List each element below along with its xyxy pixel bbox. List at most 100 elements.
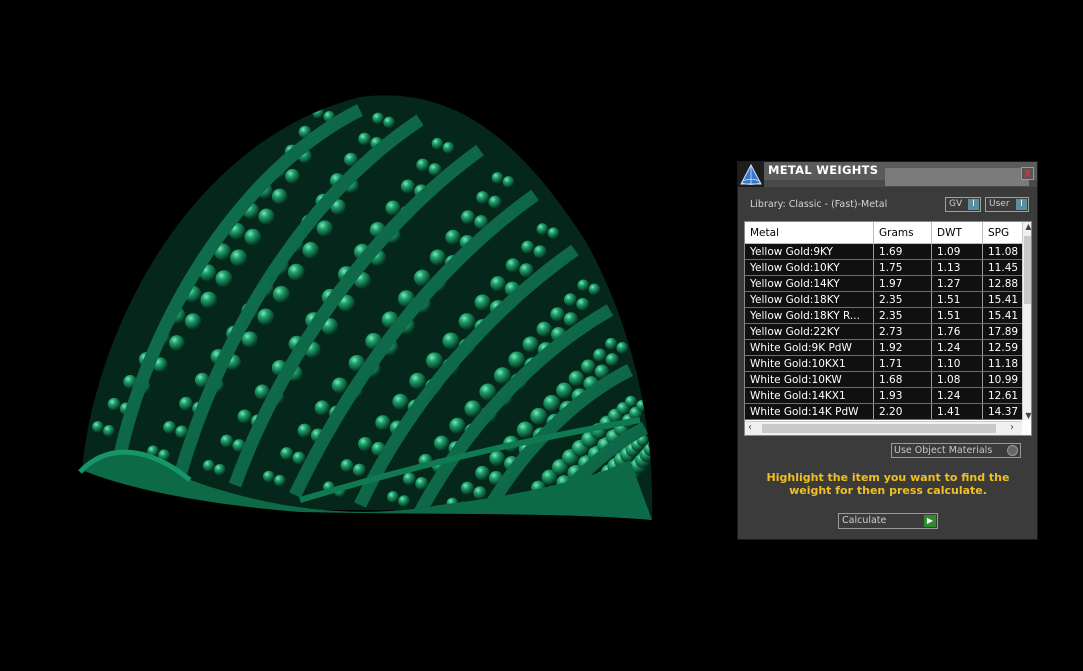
gem-bead xyxy=(383,116,395,129)
ring-model xyxy=(78,95,653,521)
gem-bead xyxy=(398,495,410,507)
table-row[interactable]: Yellow Gold:18KY R... 2.35 1.51 15.41 xyxy=(745,307,1031,324)
table-row[interactable]: White Gold:14KX1 1.93 1.24 12.61 xyxy=(745,387,1031,404)
cell-grams: 1.68 xyxy=(873,371,932,388)
gem-bead xyxy=(563,293,577,307)
gem-bead xyxy=(258,208,275,225)
table-row[interactable]: White Gold:9K PdW 1.92 1.24 12.59 xyxy=(745,339,1031,356)
column-header-dwt[interactable]: DWT xyxy=(931,222,983,244)
gem-bead xyxy=(372,112,384,125)
table-row[interactable]: Yellow Gold:9KY 1.69 1.09 11.08 xyxy=(745,243,1031,260)
gem-bead xyxy=(489,450,505,467)
play-arrow-icon[interactable]: ▶ xyxy=(924,515,936,527)
horizontal-scrollbar[interactable]: ‹ › xyxy=(745,421,1022,435)
metal-weights-panel: METAL WEIGHTS X Library: Classic - (Fast… xyxy=(737,161,1038,540)
column-header-grams[interactable]: Grams xyxy=(873,222,932,244)
gem-bead xyxy=(409,372,426,390)
gem-bead xyxy=(230,249,248,267)
3d-viewport[interactable] xyxy=(0,0,736,671)
gem-bead xyxy=(429,249,446,266)
gem-bead xyxy=(568,370,585,387)
table-row[interactable]: White Gold:10KW 1.68 1.08 10.99 xyxy=(745,371,1031,388)
cell-dwt: 1.51 xyxy=(931,307,983,324)
column-header-metal[interactable]: Metal xyxy=(745,222,874,244)
table-row[interactable]: Yellow Gold:14KY 1.97 1.27 12.88 xyxy=(745,275,1031,292)
gv-toggle[interactable]: GV I xyxy=(945,197,981,212)
cell-grams: 2.73 xyxy=(873,323,932,340)
gem-bead xyxy=(214,463,226,476)
gem-bead xyxy=(519,263,534,278)
gem-bead xyxy=(460,481,475,495)
gem-bead xyxy=(605,337,617,350)
gem-bead xyxy=(550,307,565,322)
scroll-down-icon[interactable]: ▼ xyxy=(1023,411,1031,420)
gem-bead xyxy=(163,421,176,434)
cell-metal: White Gold:14K PdW xyxy=(745,403,874,420)
cell-dwt: 1.51 xyxy=(931,291,983,308)
gem-bead xyxy=(107,397,121,411)
cell-metal: Yellow Gold:18KY xyxy=(745,291,874,308)
cell-grams: 1.97 xyxy=(873,275,932,292)
gem-bead xyxy=(431,137,444,150)
scroll-right-icon[interactable]: › xyxy=(1010,422,1014,433)
table-row[interactable]: Yellow Gold:10KY 1.75 1.13 11.45 xyxy=(745,259,1031,276)
gem-bead xyxy=(287,263,305,281)
gem-bead xyxy=(434,435,450,451)
gem-bead xyxy=(184,313,202,330)
gem-bead xyxy=(502,176,515,188)
vertical-scrollbar[interactable]: ▲ ▼ xyxy=(1022,222,1031,420)
gem-bead xyxy=(442,141,455,154)
table-row[interactable]: White Gold:14K PdW 2.20 1.41 14.37 xyxy=(745,403,1031,420)
gem-bead xyxy=(536,223,549,235)
gem-bead xyxy=(92,421,104,433)
scroll-up-icon[interactable]: ▲ xyxy=(1023,222,1031,231)
gem-bead xyxy=(449,417,466,434)
gem-bead xyxy=(474,294,491,311)
gem-bead xyxy=(647,438,653,451)
gem-bead xyxy=(169,335,185,351)
gem-bead xyxy=(392,393,409,410)
gem-bead xyxy=(416,158,430,172)
table-header-row: Metal Grams DWT SPG xyxy=(745,222,1031,244)
calculate-button[interactable]: Calculate ▶ xyxy=(838,513,938,529)
cell-grams: 2.35 xyxy=(873,291,932,308)
table-row[interactable]: White Gold:10KX1 1.71 1.10 11.18 xyxy=(745,355,1031,372)
gem-bead xyxy=(352,463,366,477)
cell-grams: 1.69 xyxy=(873,243,932,260)
user-toggle[interactable]: User I xyxy=(985,197,1029,212)
gem-bead xyxy=(536,321,552,337)
cell-dwt: 1.76 xyxy=(931,323,983,340)
gem-bead xyxy=(442,332,460,350)
cell-dwt: 1.10 xyxy=(931,355,983,372)
close-button[interactable]: X xyxy=(1021,167,1034,180)
table-row[interactable]: Yellow Gold:18KY 2.35 1.51 15.41 xyxy=(745,291,1031,308)
panel-titlebar[interactable]: METAL WEIGHTS X xyxy=(738,162,1037,187)
gem-bead xyxy=(292,451,306,465)
gem-bead xyxy=(445,229,461,245)
cell-metal: Yellow Gold:9KY xyxy=(745,243,874,260)
gem-bead xyxy=(476,191,490,204)
gem-bead xyxy=(425,352,443,370)
vertical-scroll-thumb[interactable] xyxy=(1024,236,1031,304)
gem-bead xyxy=(200,291,218,309)
gem-bead xyxy=(593,348,607,362)
cell-metal: Yellow Gold:18KY R... xyxy=(745,307,874,324)
user-toggle-knob: I xyxy=(1016,199,1027,210)
gem-bead xyxy=(533,245,547,259)
gem-bead xyxy=(516,421,534,439)
gem-bead xyxy=(302,241,320,259)
use-object-materials-toggle[interactable]: Use Object Materials xyxy=(891,443,1021,458)
gem-bead xyxy=(262,470,275,483)
gem-bead xyxy=(576,297,590,311)
horizontal-scroll-thumb[interactable] xyxy=(762,424,996,433)
scroll-left-icon[interactable]: ‹ xyxy=(748,422,752,433)
cell-dwt: 1.24 xyxy=(931,339,983,356)
gem-bead xyxy=(103,425,115,437)
gem-bead xyxy=(314,400,330,416)
gem-bead xyxy=(490,276,506,292)
cell-dwt: 1.24 xyxy=(931,387,983,404)
radio-icon[interactable] xyxy=(1007,445,1018,456)
cell-dwt: 1.08 xyxy=(931,371,983,388)
gem-bead xyxy=(202,459,215,472)
table-row[interactable]: Yellow Gold:22KY 2.73 1.76 17.89 xyxy=(745,323,1031,340)
